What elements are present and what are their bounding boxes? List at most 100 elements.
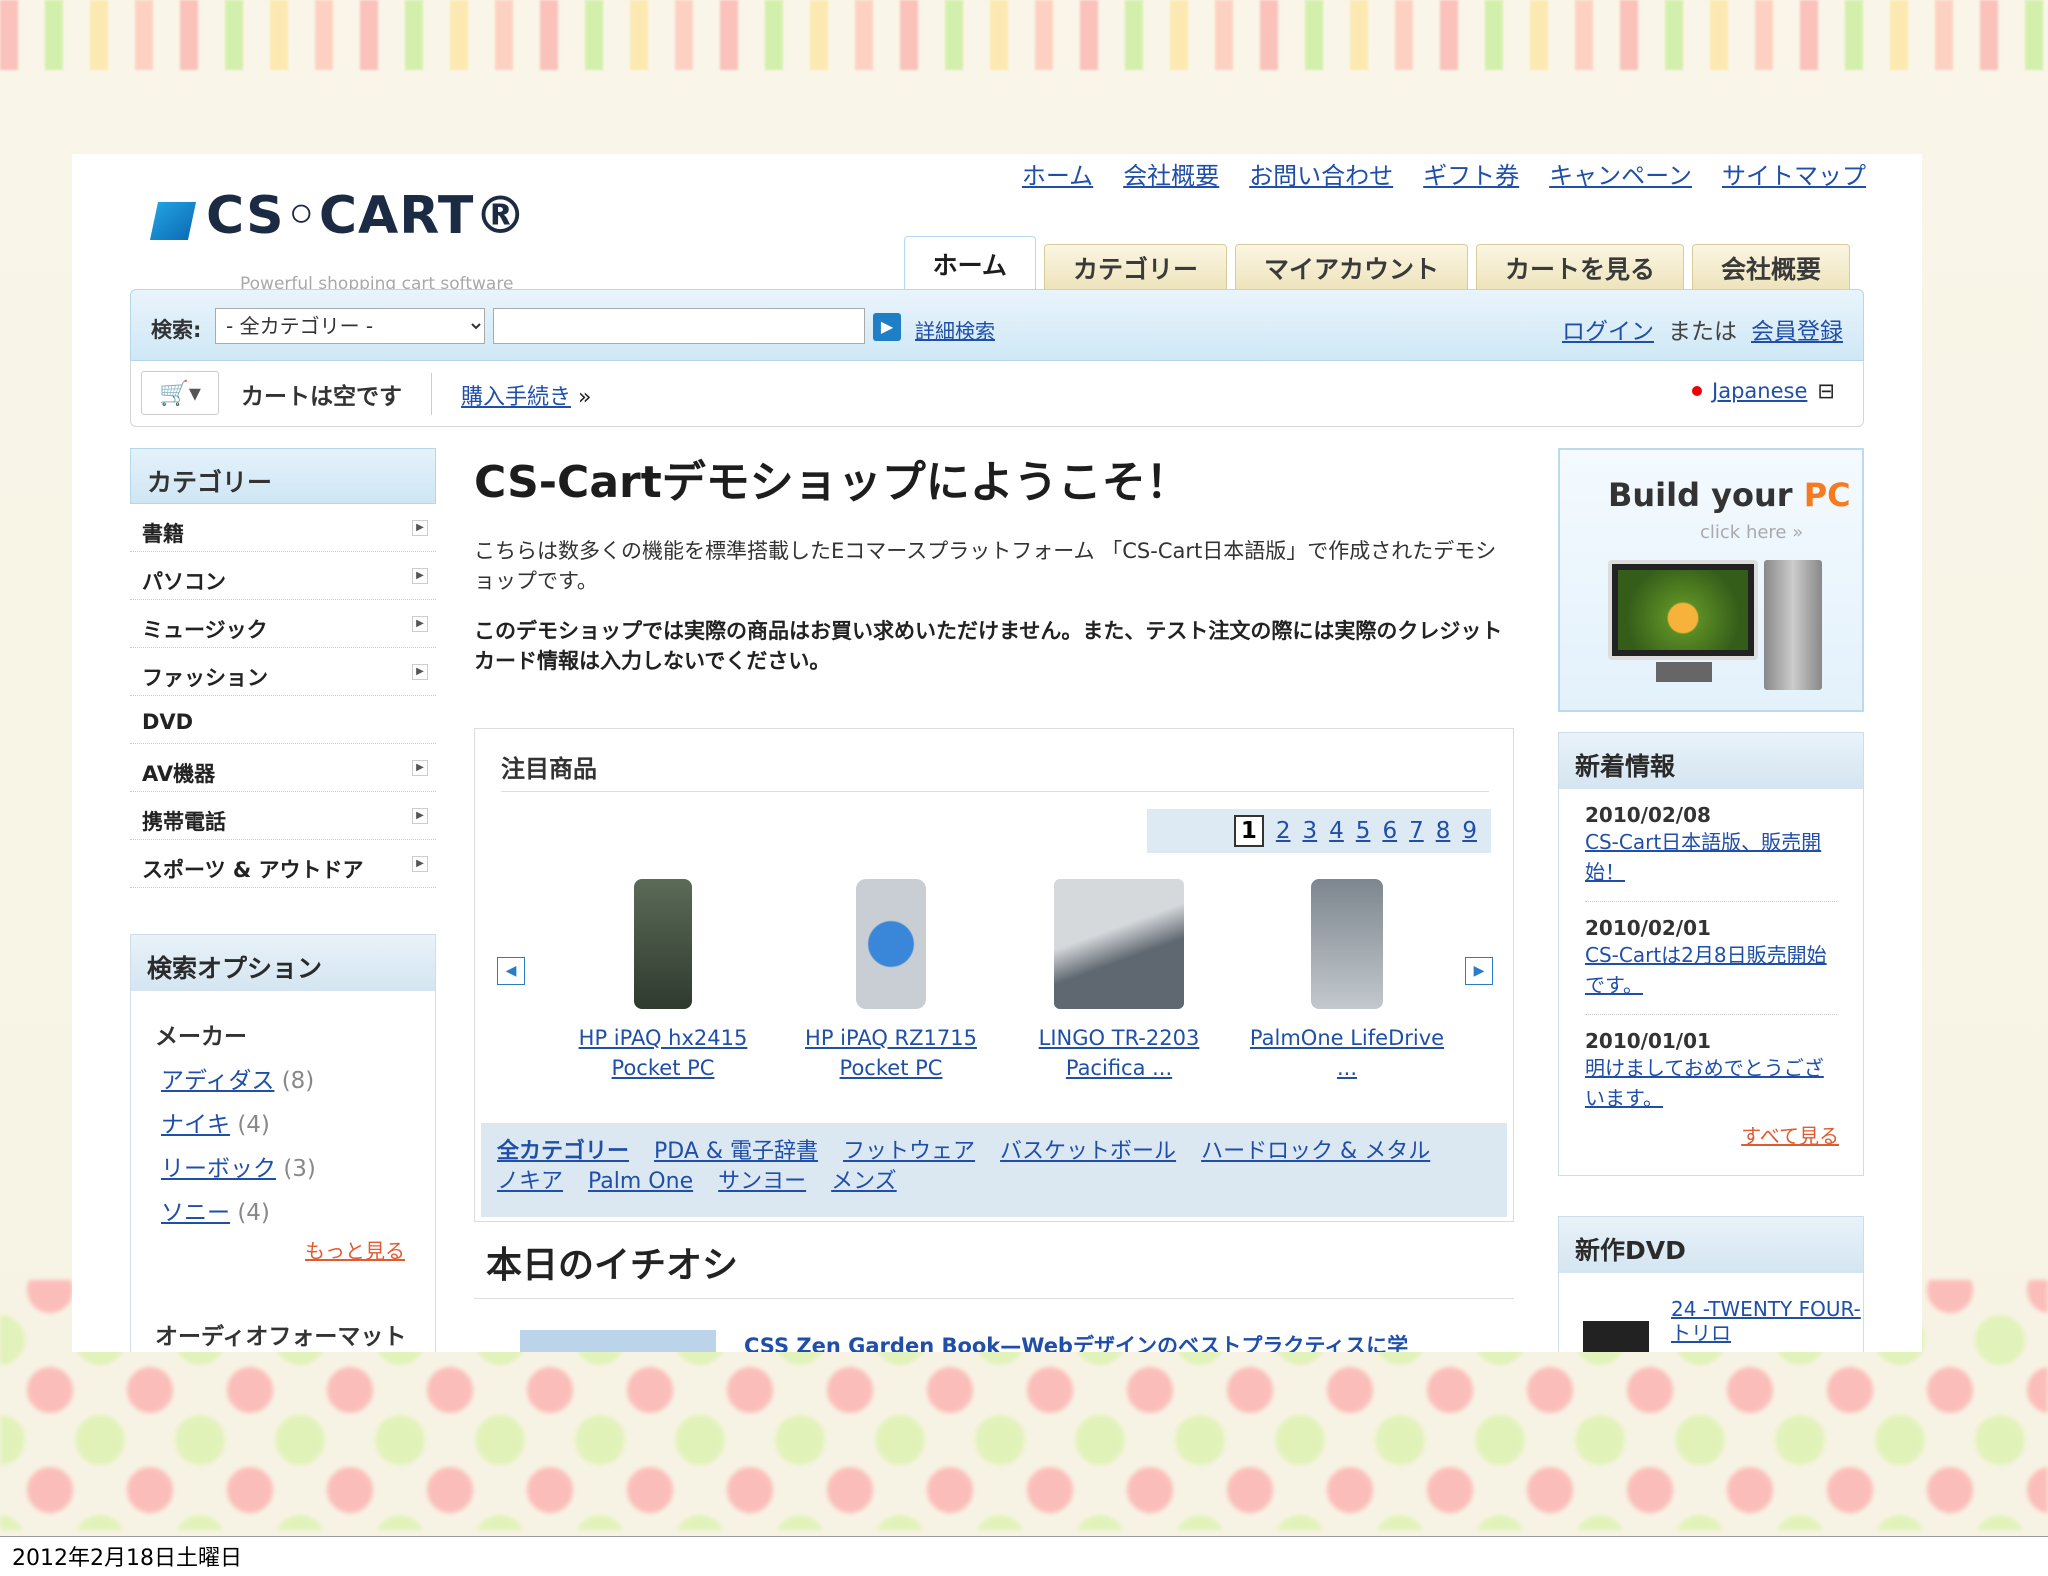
translator-image[interactable] (1054, 879, 1184, 1009)
cat-link-hardrock[interactable]: ハードロック & メタル (1201, 1139, 1430, 1164)
dvd-item-link[interactable]: 24 -TWENTY FOUR- トリロ (1671, 1297, 1863, 1345)
view-all-news-link[interactable]: すべて見る (1741, 1120, 1839, 1149)
page-6[interactable]: 6 (1382, 818, 1397, 844)
cat-link-basketball[interactable]: バスケットボール (1000, 1139, 1176, 1164)
build-pc-title: Build your PC (1608, 476, 1851, 514)
page-3[interactable]: 3 (1303, 818, 1318, 844)
category-av[interactable]: AV機器 ▶ (130, 744, 436, 792)
register-link[interactable]: 会員登録 (1751, 312, 1843, 346)
search-input[interactable] (493, 308, 865, 344)
dropdown-icon[interactable]: ⊟ (1817, 379, 1835, 403)
notice-text: このデモショップでは実際の商品はお買い求めいただけません。また、テスト注文の際に… (474, 619, 1503, 673)
top-link-contact[interactable]: お問い合わせ (1249, 156, 1393, 191)
top-link-home[interactable]: ホーム (1022, 156, 1093, 191)
product-name[interactable]: LINGO TR-2203 Pacifica ... (1039, 1026, 1200, 1080)
checkout-link[interactable]: 購入手続き » (461, 379, 591, 411)
page-5[interactable]: 5 (1356, 818, 1371, 844)
category-books[interactable]: 書籍 ▶ (130, 504, 436, 552)
page-8[interactable]: 8 (1436, 818, 1451, 844)
news-box: 新着情報 2010/02/08 CS-Cart日本語版、販売開始！ 2010/0… (1558, 732, 1864, 1176)
search-options-box: 検索オプション メーカー アディダス (8) ナイキ (4) リーボック (3)… (130, 934, 436, 1352)
intro-text: こちらは数多くの機能を標準搭載したEコマースプラットフォーム 「CS-Cart日… (474, 539, 1497, 593)
cat-link-mens[interactable]: メンズ (831, 1169, 897, 1194)
pda-image[interactable] (856, 879, 926, 1009)
pagination: 1 2 3 4 5 6 7 8 9 (1147, 809, 1491, 853)
advanced-search-link[interactable]: 詳細検索 (915, 315, 995, 344)
cat-link-all[interactable]: 全カテゴリー (497, 1139, 629, 1164)
logo-mark-icon (149, 202, 197, 240)
product-card[interactable]: HP iPAQ RZ1715 Pocket PC (781, 879, 1001, 1083)
top-link-about[interactable]: 会社概要 (1123, 156, 1219, 191)
cat-link-sanyo[interactable]: サンヨー (718, 1169, 806, 1194)
cat-link-nokia[interactable]: ノキア (497, 1169, 563, 1194)
search-category-select[interactable]: - 全カテゴリー - (215, 308, 485, 344)
top-link-campaign[interactable]: キャンペーン (1549, 156, 1692, 191)
build-pc-banner[interactable]: Build your PC click here » (1558, 448, 1864, 712)
category-dvd[interactable]: DVD (130, 696, 436, 744)
product-name[interactable]: HP iPAQ hx2415 Pocket PC (579, 1026, 748, 1080)
click-here-link[interactable]: click here » (1700, 522, 1803, 543)
cat-link-pda[interactable]: PDA & 電子辞書 (654, 1139, 818, 1164)
logo-name: CS◦CART® (206, 186, 528, 246)
category-music[interactable]: ミュージック ▶ (130, 600, 436, 648)
monitor-image (1608, 560, 1758, 660)
pda-image[interactable] (634, 879, 692, 1009)
news-link[interactable]: CS-Cart日本語版、販売開始！ (1585, 830, 1821, 884)
top-link-gift[interactable]: ギフト券 (1423, 156, 1519, 191)
chevron-right-icon: ▶ (412, 616, 428, 632)
tab-categories[interactable]: カテゴリー (1043, 244, 1227, 294)
top-links: ホーム 会社概要 お問い合わせ ギフト券 キャンペーン サイトマップ (1022, 156, 1866, 191)
brand-nike[interactable]: ナイキ (4) (161, 1105, 435, 1139)
language-label[interactable]: Japanese (1712, 379, 1807, 403)
news-entry: 2010/01/01 明けましておめでとうございます。 (1585, 1015, 1837, 1127)
news-title: 新着情報 (1559, 733, 1863, 789)
tab-home[interactable]: ホーム (903, 236, 1036, 294)
news-link[interactable]: CS-Cartは2月8日販売開始です。 (1585, 943, 1827, 997)
cat-link-palm[interactable]: Palm One (588, 1169, 693, 1194)
page-7[interactable]: 7 (1409, 818, 1424, 844)
page-4[interactable]: 4 (1329, 818, 1344, 844)
page-2[interactable]: 2 (1276, 818, 1291, 844)
product-name[interactable]: HP iPAQ RZ1715 Pocket PC (805, 1026, 977, 1080)
login-link[interactable]: ログイン (1562, 312, 1654, 346)
dvd-thumbnail[interactable] (1583, 1321, 1649, 1352)
news-date: 2010/01/01 (1585, 1029, 1711, 1053)
news-entry: 2010/02/01 CS-Cartは2月8日販売開始です。 (1585, 902, 1837, 1015)
product-card[interactable]: LINGO TR-2203 Pacifica ... (1009, 879, 1229, 1083)
cart-icon[interactable]: 🛒▾ (141, 371, 219, 415)
cat-link-footwear[interactable]: フットウェア (843, 1139, 975, 1164)
scroll-right-icon[interactable]: ▶ (1465, 957, 1493, 985)
more-brands-link[interactable]: もっと見る (305, 1235, 405, 1264)
brand-adidas[interactable]: アディダス (8) (161, 1061, 435, 1095)
cart-status: カートは空です (241, 384, 402, 410)
page-1[interactable]: 1 (1233, 815, 1264, 847)
category-mobile[interactable]: 携帯電話 ▶ (130, 792, 436, 840)
product-card[interactable]: PalmOne LifeDrive ... (1237, 879, 1457, 1083)
category-sports[interactable]: スポーツ & アウトドア ▶ (130, 840, 436, 888)
todays-pick-item[interactable]: CSS Zen Garden Book—Webデザインのベストプラクティスに学 (744, 1330, 1408, 1352)
category-pc[interactable]: パソコン ▶ (130, 552, 436, 600)
tab-about[interactable]: 会社概要 (1691, 244, 1850, 294)
tab-my-account[interactable]: マイアカウント (1234, 244, 1468, 294)
product-name[interactable]: PalmOne LifeDrive ... (1250, 1026, 1444, 1080)
language-selector[interactable]: Japanese ⊟ (1692, 379, 1835, 403)
product-card[interactable]: HP iPAQ hx2415 Pocket PC (553, 879, 773, 1083)
or-text: または (1668, 319, 1737, 345)
book-image[interactable] (520, 1330, 716, 1352)
monitor-stand (1656, 662, 1712, 682)
brand-reebok[interactable]: リーボック (3) (161, 1149, 435, 1183)
news-link[interactable]: 明けましておめでとうございます。 (1585, 1056, 1824, 1110)
main-tabs: ホーム カテゴリー マイアカウント カートを見る 会社概要 (903, 236, 1850, 294)
search-go-icon[interactable]: ▶ (873, 313, 901, 341)
tab-view-cart[interactable]: カートを見る (1475, 244, 1684, 294)
scroll-left-icon[interactable]: ◀ (497, 957, 525, 985)
new-dvd-box: 新作DVD 24 -TWENTY FOUR- トリロ (1558, 1216, 1864, 1352)
todays-pick-title: 本日のイチオシ (486, 1245, 739, 1286)
brand-sony[interactable]: ソニー (4) (161, 1193, 435, 1227)
pda-image[interactable] (1311, 879, 1383, 1009)
category-fashion[interactable]: ファッション ▶ (130, 648, 436, 696)
featured-products: 注目商品 1 2 3 4 5 6 7 8 9 ◀ ▶ HP iPAQ hx241… (474, 728, 1514, 1222)
page-9[interactable]: 9 (1462, 818, 1477, 844)
news-date: 2010/02/01 (1585, 916, 1711, 940)
top-link-sitemap[interactable]: サイトマップ (1722, 156, 1866, 191)
